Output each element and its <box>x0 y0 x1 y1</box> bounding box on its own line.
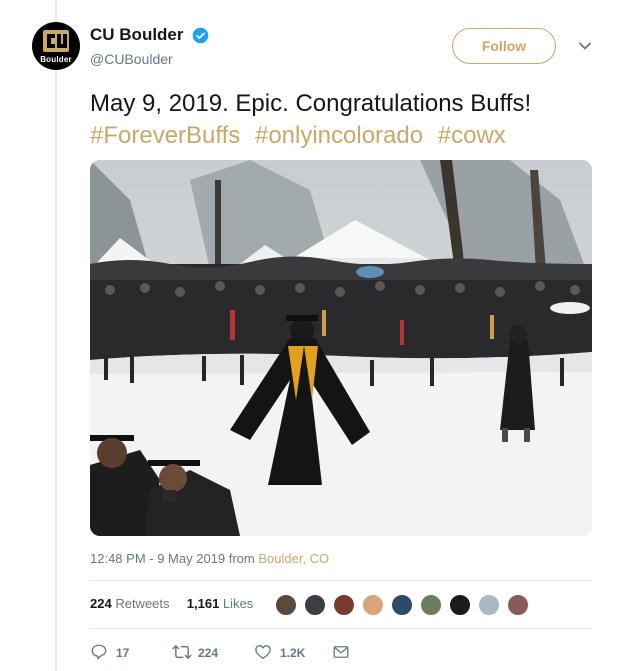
liker-avatar[interactable] <box>333 594 355 616</box>
liker-avatar[interactable] <box>507 594 529 616</box>
liker-avatar[interactable] <box>275 594 297 616</box>
tweet-body: May 9, 2019. Epic. Congratulations Buffs… <box>90 90 532 117</box>
retweet-icon <box>172 645 192 659</box>
thread-rule <box>55 0 57 671</box>
liker-avatar[interactable] <box>362 594 384 616</box>
likes-label[interactable]: Likes <box>223 596 253 611</box>
hashtag-link[interactable]: #ForeverBuffs <box>90 122 240 149</box>
handle[interactable]: @CUBoulder <box>90 51 209 67</box>
liker-avatar[interactable] <box>449 594 471 616</box>
liker-avatar[interactable] <box>478 594 500 616</box>
liker-avatar[interactable] <box>304 594 326 616</box>
liker-avatar[interactable] <box>420 594 442 616</box>
graduation-photo <box>90 160 592 536</box>
tweet-photo[interactable] <box>90 160 592 536</box>
reply-icon <box>91 644 107 660</box>
likes-count[interactable]: 1,161 <box>187 596 220 611</box>
message-button[interactable] <box>332 642 356 662</box>
hashtag-link[interactable]: #cowx <box>438 122 506 149</box>
retweets-label[interactable]: Retweets <box>115 596 169 611</box>
divider <box>90 628 592 629</box>
engagement-stats: 224 Retweets 1,161 Likes <box>90 594 253 616</box>
display-name[interactable]: CU Boulder <box>90 25 184 45</box>
retweet-count: 224 <box>198 646 219 660</box>
location-link[interactable]: Boulder, CO <box>258 551 329 566</box>
envelope-icon <box>333 646 349 658</box>
like-button[interactable]: 1.2K <box>254 642 324 662</box>
follow-button[interactable]: Follow <box>452 28 556 64</box>
time-date[interactable]: 12:48 PM - 9 May 2019 from <box>90 551 258 566</box>
tweet-header: Boulder CU Boulder @CUBoulder Follow <box>32 20 602 76</box>
tweet-timestamp: 12:48 PM - 9 May 2019 from Boulder, CO <box>90 550 329 568</box>
heart-icon <box>255 645 271 660</box>
tweet-text: May 9, 2019. Epic. Congratulations Buffs… <box>90 88 600 152</box>
likers-avatars <box>275 594 536 616</box>
avatar-label: Boulder <box>40 55 72 64</box>
divider <box>90 580 592 581</box>
account-info: CU Boulder @CUBoulder <box>90 25 209 67</box>
like-count: 1.2K <box>280 646 306 660</box>
chevron-down-icon[interactable] <box>575 36 595 56</box>
hashtags: #ForeverBuffs #onlyincolorado #cowx <box>90 120 600 152</box>
reply-button[interactable]: 17 <box>90 642 150 662</box>
reply-count: 17 <box>116 646 130 660</box>
retweet-button[interactable]: 224 <box>172 642 242 662</box>
verified-badge-icon <box>192 27 209 43</box>
retweets-count[interactable]: 224 <box>90 596 112 611</box>
avatar[interactable]: Boulder <box>32 22 80 70</box>
liker-avatar[interactable] <box>391 594 413 616</box>
hashtag-link[interactable]: #onlyincolorado <box>255 122 423 149</box>
